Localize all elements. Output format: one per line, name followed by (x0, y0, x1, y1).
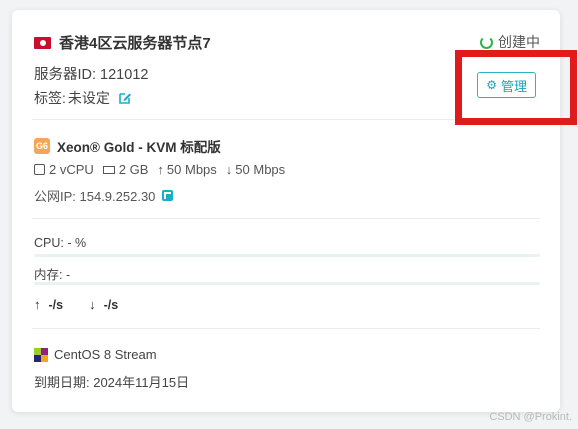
expire-date: 到期日期: 2024年11月15日 (34, 375, 190, 390)
plan-name: Xeon® Gold - KVM 标配版 (57, 140, 221, 155)
memory-spec: 2 GB (102, 162, 149, 177)
plan-row: G6 Xeon® Gold - KVM 标配版 (34, 136, 538, 156)
tag-value: 未设定 (67, 90, 110, 106)
manage-button[interactable]: ⚙ 管理 (477, 72, 536, 98)
server-id: 服务器ID: 121012 (34, 67, 149, 83)
net-upload: ↑ -/s (34, 297, 63, 312)
cpu-usage-bar (34, 254, 540, 257)
network-row: ↑ -/s ↓ -/s (34, 297, 538, 312)
os-name: CentOS 8 Stream (54, 347, 157, 362)
upload-spec: ↑ 50 Mbps (157, 162, 216, 177)
manage-button-label: 管理 (500, 78, 527, 94)
ip-row: 公网IP: 154.9.252.30 (34, 186, 538, 205)
os-row: CentOS 8 Stream (34, 347, 538, 362)
divider (32, 218, 540, 219)
net-upload-value: -/s (48, 297, 64, 312)
server-title: 香港4区云服务器节点7 (59, 35, 211, 52)
server-card: 香港4区云服务器节点7 创建中 服务器ID: 121012 标签: 未设定 ⚙ … (12, 10, 560, 412)
watermark: CSDN @Prokint. (489, 411, 572, 423)
memory-icon (102, 165, 115, 174)
memory-usage-label: 内存: - (34, 268, 71, 282)
status-text: 创建中 (498, 34, 540, 50)
net-download-value: -/s (103, 297, 119, 312)
public-ip: 公网IP: 154.9.252.30 (34, 189, 156, 204)
tag-label: 标签: (34, 90, 66, 106)
plan-badge: G6 (34, 138, 50, 154)
vcpu-spec: 2 vCPU (34, 162, 94, 177)
download-value: 50 Mbps (235, 162, 286, 177)
divider (32, 119, 540, 120)
vcpu-value: 2 vCPU (49, 162, 94, 177)
centos-logo-icon (34, 347, 48, 362)
arrow-down-icon: ↓ (89, 297, 96, 312)
cpu-chip-icon (34, 164, 45, 175)
spec-row: 2 vCPU 2 GB ↑ 50 Mbps ↓ 50 Mbps (34, 162, 538, 177)
arrow-up-icon: ↑ (34, 297, 41, 312)
download-spec: ↓ 50 Mbps (226, 162, 285, 177)
upload-value: 50 Mbps (166, 162, 217, 177)
edit-icon[interactable] (118, 91, 132, 105)
gear-icon: ⚙ (486, 78, 497, 92)
status-indicator: 创建中 (480, 32, 540, 52)
arrow-up-icon: ↑ (157, 162, 164, 177)
divider (32, 328, 540, 329)
arrow-down-icon: ↓ (225, 162, 233, 177)
net-download: ↓ -/s (89, 297, 118, 312)
memory-usage-bar (34, 282, 540, 285)
server-header: 香港4区云服务器节点7 (34, 32, 538, 53)
hong-kong-flag-icon (34, 36, 51, 49)
server-tag: 标签: 未设定 (34, 88, 538, 108)
loading-spinner-icon (480, 35, 493, 49)
copy-icon[interactable] (162, 190, 174, 201)
cpu-usage-label: CPU: - % (34, 236, 87, 250)
memory-value: 2 GB (118, 162, 149, 177)
